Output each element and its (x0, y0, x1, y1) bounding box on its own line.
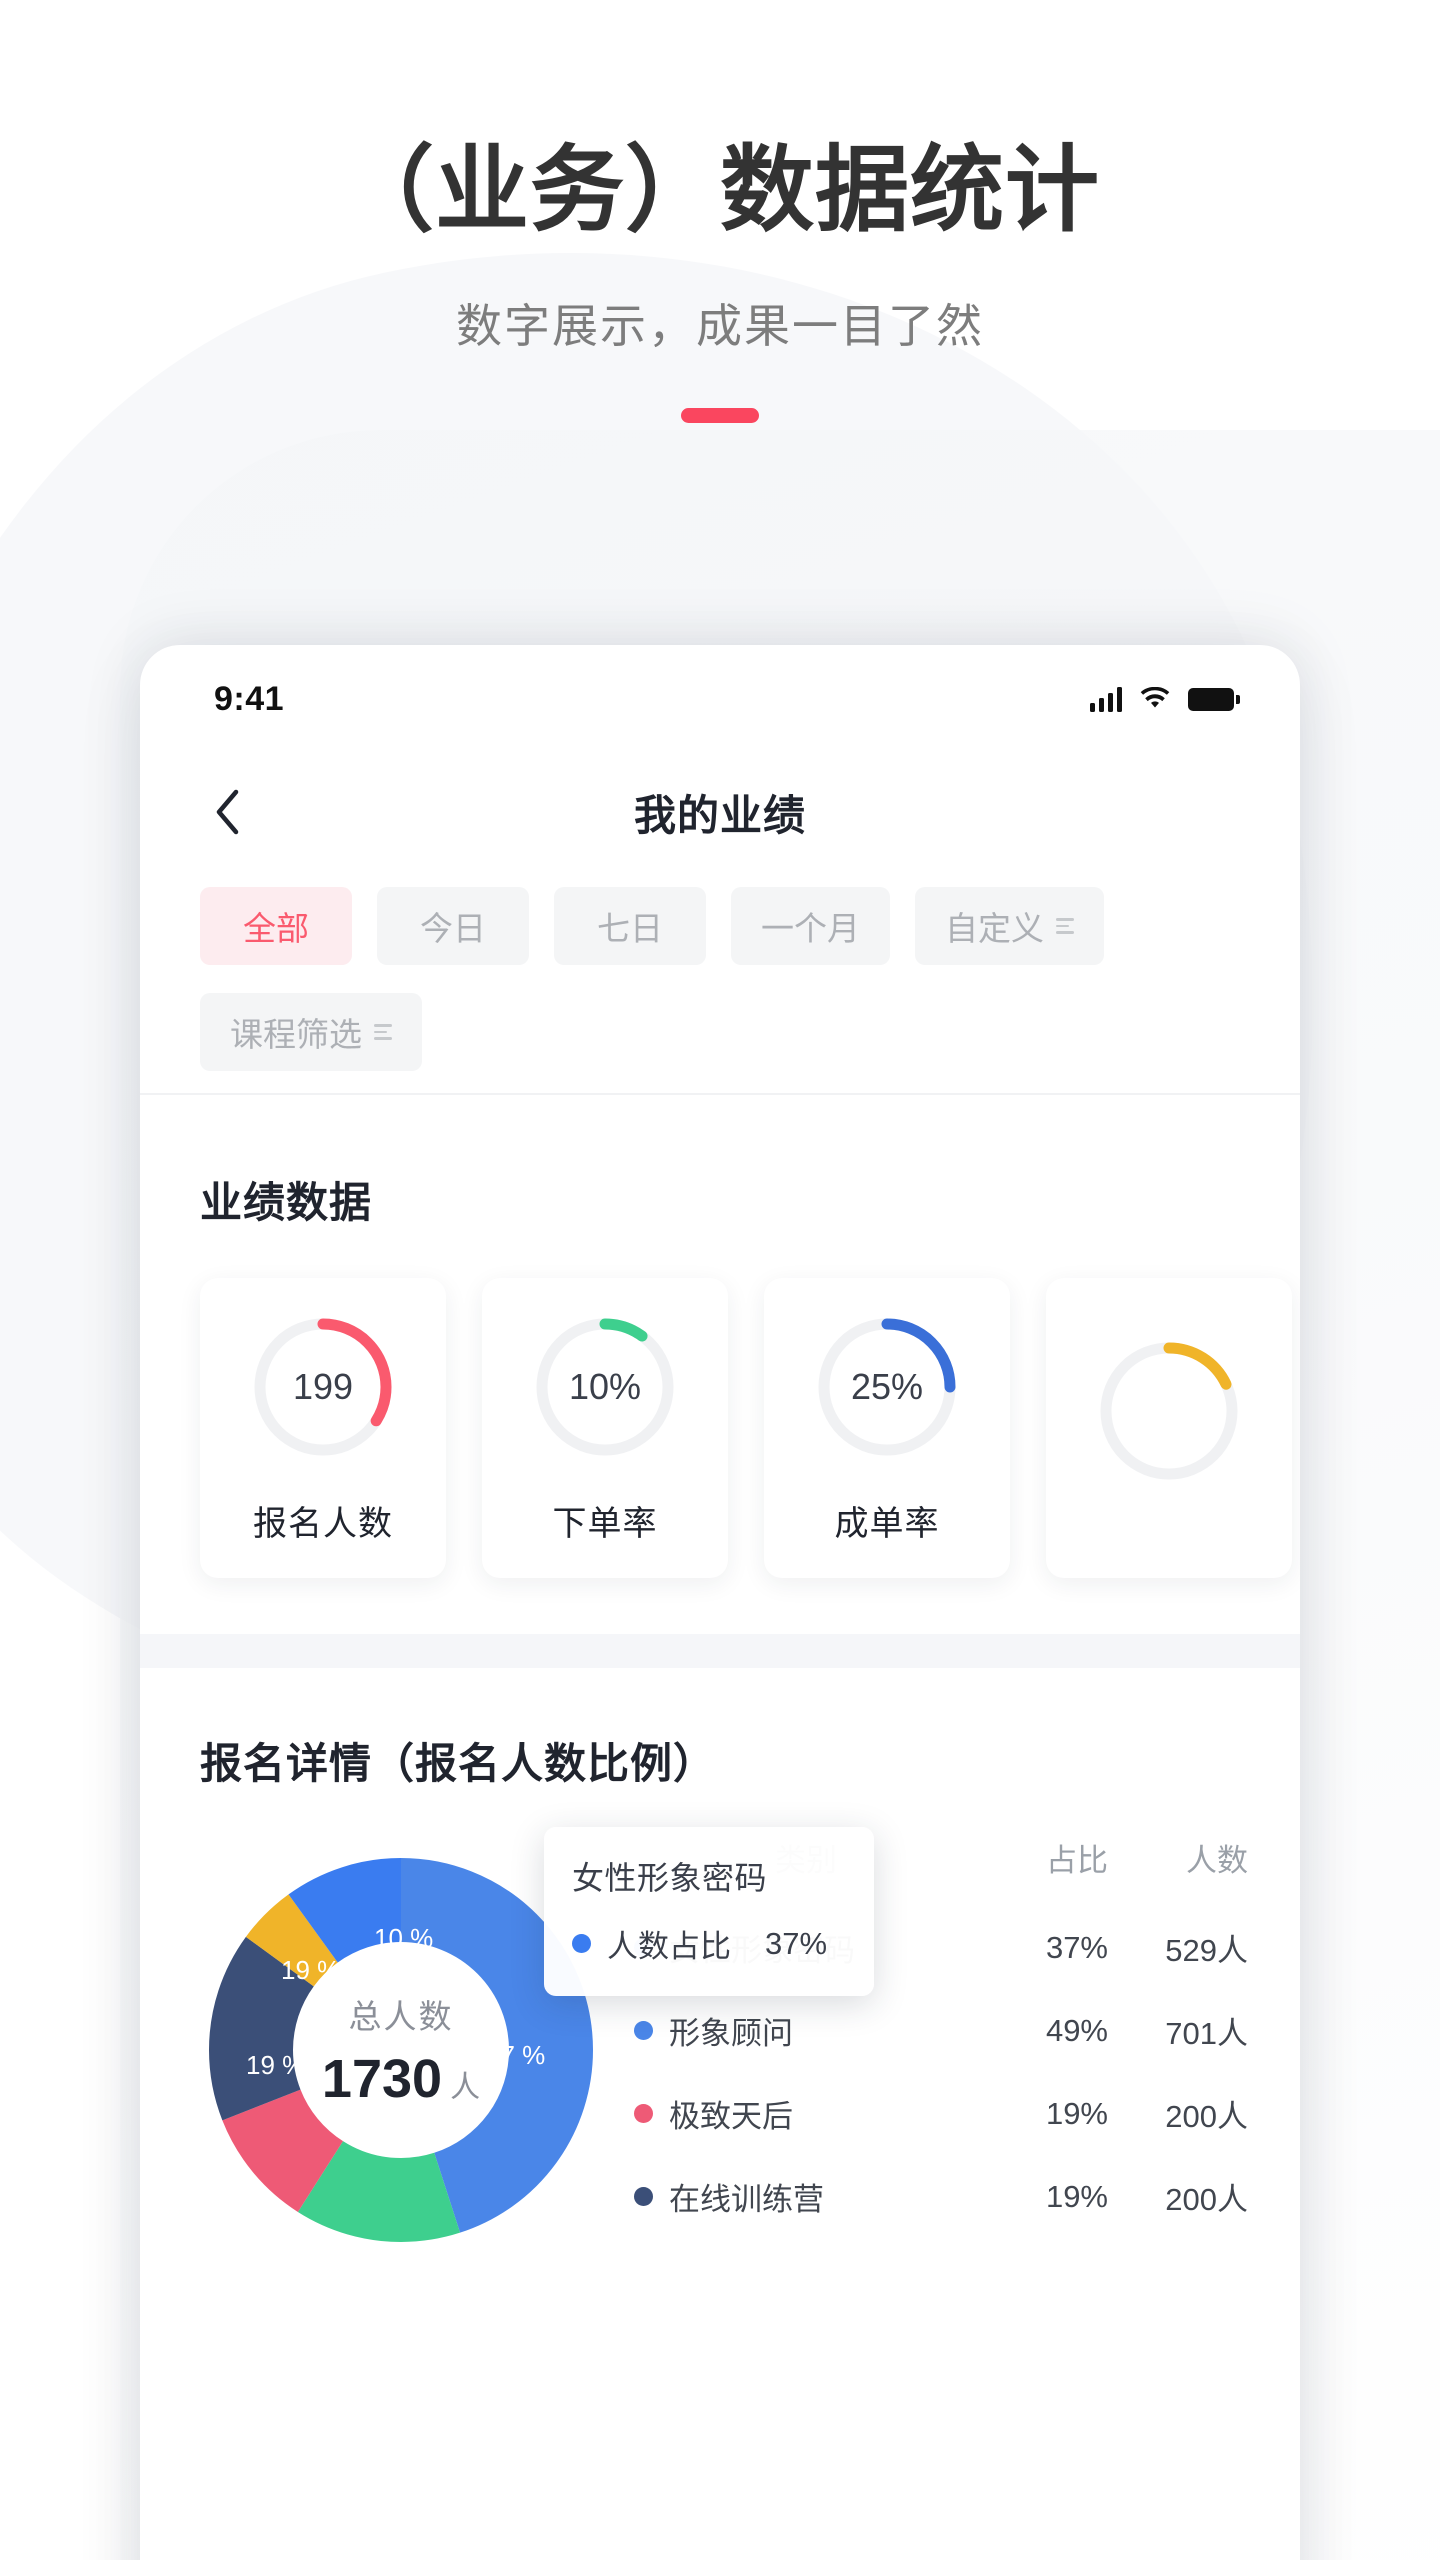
chart-tooltip: 女性形象密码 人数占比 37% (544, 1827, 874, 1996)
stat-name-2: 成单率 (834, 1504, 940, 1543)
stat-ring-1: 10% (530, 1312, 680, 1462)
tooltip-series-value: 37% (765, 1925, 828, 1961)
chip-course-filter-label: 课程筛选 (230, 1016, 362, 1053)
pie-section-body: 总人数 1730人 37 %19 %19 %10 % 类别 占比 人数 女性形象… (140, 1791, 1300, 2265)
chip-range-3[interactable]: 一个月 (731, 887, 890, 965)
filter-menu-icon (374, 1024, 392, 1040)
legend-category-3: 在线训练营 (634, 2174, 978, 2219)
stat-card-0[interactable]: 199 报名人数 (200, 1278, 446, 1578)
legend-dot-icon (634, 2187, 653, 2206)
stat-ring-3 (1094, 1336, 1244, 1486)
section-divider (140, 1634, 1300, 1668)
stat-value-1: 10% (568, 1365, 642, 1407)
tooltip-series-label: 人数占比 (607, 1929, 731, 1964)
legend-row[interactable]: 形象顾问 49% 701人 (634, 1989, 1248, 2072)
legend-category-label-3: 在线训练营 (669, 2182, 824, 2217)
battery-full-icon (1188, 687, 1240, 711)
chip-range-0[interactable]: 全部 (200, 887, 352, 965)
nav-title: 我的业绩 (633, 791, 806, 839)
filter-menu-icon (1056, 918, 1074, 934)
chip-range-0-label: 全部 (243, 910, 309, 947)
legend-dot-icon (634, 2104, 653, 2123)
status-time: 9:41 (214, 679, 285, 718)
chip-course-filter[interactable]: 课程筛选 (200, 993, 422, 1071)
stats-section-title: 业绩数据 (200, 1179, 373, 1226)
chip-range-1[interactable]: 今日 (377, 887, 529, 965)
stat-name-0: 报名人数 (253, 1504, 393, 1543)
legend-category-2: 极致天后 (634, 2091, 978, 2136)
stat-name-1: 下单率 (552, 1504, 658, 1543)
page-root: （业务）数据统计 数字展示，成果一目了然 9:41 我的业绩 全部 今日 七日 一个月… (0, 0, 1440, 2560)
hero-section: （业务）数据统计 数字展示，成果一目了然 (0, 0, 1440, 423)
page-subtitle: 数字展示，成果一目了然 (456, 299, 984, 352)
legend-col-percent: 占比 (1046, 1843, 1108, 1878)
tooltip-series-row: 人数占比 37% (572, 1921, 846, 1966)
course-filter-row: 课程筛选 (140, 965, 1300, 1095)
legend-percent-3: 19% (1045, 2178, 1108, 2214)
stat-card-scroller[interactable]: 199 报名人数 10% 下单率 25% 成单率 (140, 1230, 1300, 1578)
chip-range-2[interactable]: 七日 (554, 887, 706, 965)
date-range-chips: 全部 今日 七日 一个月 自定义 (140, 871, 1300, 965)
legend-row[interactable]: 极致天后 19% 200人 (634, 2072, 1248, 2155)
chip-range-2-label: 七日 (597, 910, 663, 947)
legend-count-1: 701人 (1165, 2016, 1248, 2051)
page-title: （业务）数据统计 (339, 137, 1100, 242)
legend-row[interactable]: 在线训练营 19% 200人 (634, 2155, 1248, 2238)
wifi-icon (1139, 687, 1171, 711)
legend-count-2: 200人 (1165, 2099, 1248, 2134)
chip-range-4-label: 自定义 (945, 910, 1044, 947)
legend-category-1: 形象顾问 (634, 2008, 978, 2053)
legend-category-label-1: 形象顾问 (669, 2016, 793, 2051)
accent-rule (681, 407, 759, 423)
legend-percent-0: 37% (1045, 1929, 1108, 1965)
chevron-left-icon[interactable] (200, 784, 256, 840)
stat-card-1[interactable]: 10% 下单率 (482, 1278, 728, 1578)
stat-value-3 (1094, 1336, 1244, 1486)
stat-value-0: 199 (292, 1365, 354, 1407)
chip-range-4[interactable]: 自定义 (915, 887, 1104, 965)
signal-bars-icon (1089, 686, 1122, 712)
nav-bar: 我的业绩 (140, 753, 1300, 871)
legend-col-count: 人数 (1186, 1843, 1248, 1878)
stat-ring-0: 199 (248, 1312, 398, 1462)
stat-card-2[interactable]: 25% 成单率 (764, 1278, 1010, 1578)
pie-section-title: 报名详情（报名人数比例） (200, 1740, 717, 1787)
tooltip-title: 女性形象密码 (572, 1860, 768, 1896)
stat-ring-2: 25% (812, 1312, 962, 1462)
stat-card-3[interactable] (1046, 1278, 1292, 1578)
status-icons (1089, 686, 1240, 712)
legend-category-label-2: 极致天后 (669, 2099, 793, 2134)
chip-range-1-label: 今日 (420, 910, 486, 947)
tooltip-dot-icon (572, 1934, 591, 1953)
status-bar: 9:41 (140, 645, 1300, 753)
stat-value-2: 25% (850, 1365, 924, 1407)
legend-count-0: 529人 (1165, 1933, 1248, 1968)
phone-mockup: 9:41 我的业绩 全部 今日 七日 一个月 自定义 课程筛选 业绩数据 199… (140, 645, 1300, 2560)
legend-percent-1: 49% (1045, 2012, 1108, 2048)
chip-range-3-label: 一个月 (761, 910, 860, 947)
legend-percent-2: 19% (1045, 2095, 1108, 2131)
legend-dot-icon (634, 2021, 653, 2040)
legend-count-3: 200人 (1165, 2182, 1248, 2217)
